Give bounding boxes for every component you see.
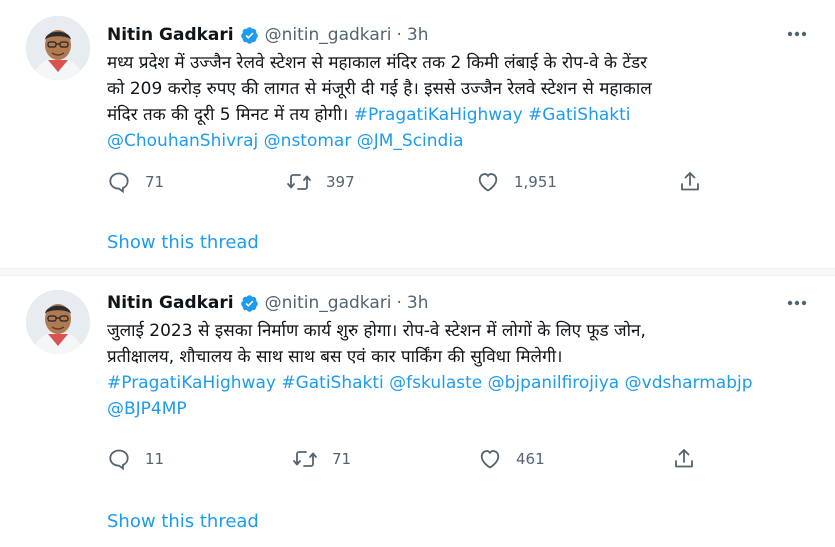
tweet-text: मध्य प्रदेश में उज्जैन रेलवे स्टेशन से म… (107, 50, 822, 154)
like-count: 1,951 (514, 173, 557, 191)
verified-badge-icon (240, 294, 259, 313)
avatar[interactable] (26, 16, 90, 80)
avatar-image (26, 16, 90, 80)
tweet-divider (0, 268, 835, 276)
separator-dot: · (396, 25, 402, 45)
separator-dot: · (396, 293, 402, 313)
retweet-button[interactable]: 397 (286, 170, 355, 194)
retweet-icon (286, 170, 312, 194)
reply-icon (107, 447, 131, 471)
author-handle[interactable]: @nitin_gadkari (265, 25, 392, 45)
like-count: 461 (516, 450, 545, 468)
verified-badge-icon (240, 26, 259, 45)
retweet-button[interactable]: 71 (292, 447, 351, 471)
share-icon (672, 447, 696, 471)
like-icon (478, 447, 502, 471)
tweet[interactable]: Nitin Gadkari @nitin_gadkari · 3h मध्य प… (0, 0, 835, 268)
like-button[interactable]: 461 (478, 447, 545, 471)
like-button[interactable]: 1,951 (476, 170, 557, 194)
avatar[interactable] (26, 290, 90, 354)
more-options-icon[interactable] (783, 292, 811, 314)
hashtag-links[interactable]: #PragatiKaHighway #GatiShakti (354, 105, 631, 125)
author-handle[interactable]: @nitin_gadkari (265, 293, 392, 313)
like-icon (476, 170, 500, 194)
retweet-count: 397 (326, 173, 355, 191)
share-button[interactable] (672, 447, 696, 471)
retweet-icon (292, 447, 318, 471)
reply-button[interactable]: 71 (107, 170, 164, 194)
tweet-time[interactable]: 3h (407, 25, 429, 45)
tweet-header: Nitin Gadkari @nitin_gadkari · 3h (107, 23, 428, 47)
more-options-icon[interactable] (783, 23, 811, 45)
tweet-text: जुलाई 2023 से इसका निर्माण कार्य शुरु हो… (107, 318, 822, 422)
tweet-actions: 71 397 1,951 (107, 170, 707, 196)
reply-button[interactable]: 11 (107, 447, 164, 471)
author-name[interactable]: Nitin Gadkari (107, 293, 234, 313)
reply-count: 71 (145, 173, 165, 191)
show-thread-link[interactable]: Show this thread (107, 232, 259, 253)
share-button[interactable] (678, 170, 702, 194)
mention-links[interactable]: @BJP4MP (107, 396, 822, 422)
tweet-actions: 11 71 461 (107, 447, 707, 473)
tweet-time[interactable]: 3h (407, 293, 429, 313)
avatar-image (26, 290, 90, 354)
tweet-text-line: मंदिर तक की दूरी 5 मिनट में तय होगी। #Pr… (107, 102, 822, 128)
tweet-text-segment: मंदिर तक की दूरी 5 मिनट में तय होगी। (107, 105, 349, 125)
reply-icon (107, 170, 131, 194)
tweet-text-line: जुलाई 2023 से इसका निर्माण कार्य शुरु हो… (107, 321, 646, 341)
tweet-text-line: को 209 करोड़ रुपए की लागत से मंजूरी दी ग… (107, 79, 652, 99)
share-icon (678, 170, 702, 194)
author-name[interactable]: Nitin Gadkari (107, 25, 234, 45)
reply-count: 11 (145, 450, 165, 468)
tweet-text-line: प्रतीक्षालय, शौचालय के साथ साथ बस एवं का… (107, 347, 563, 367)
show-thread-link[interactable]: Show this thread (107, 511, 259, 532)
tweet-text-line: मध्य प्रदेश में उज्जैन रेलवे स्टेशन से म… (107, 53, 648, 73)
tweet-header: Nitin Gadkari @nitin_gadkari · 3h (107, 291, 428, 315)
hashtag-mention-links[interactable]: #PragatiKaHighway #GatiShakti @fskulaste… (107, 370, 822, 396)
retweet-count: 71 (332, 450, 352, 468)
mention-links[interactable]: @ChouhanShivraj @nstomar @JM_Scindia (107, 128, 822, 154)
